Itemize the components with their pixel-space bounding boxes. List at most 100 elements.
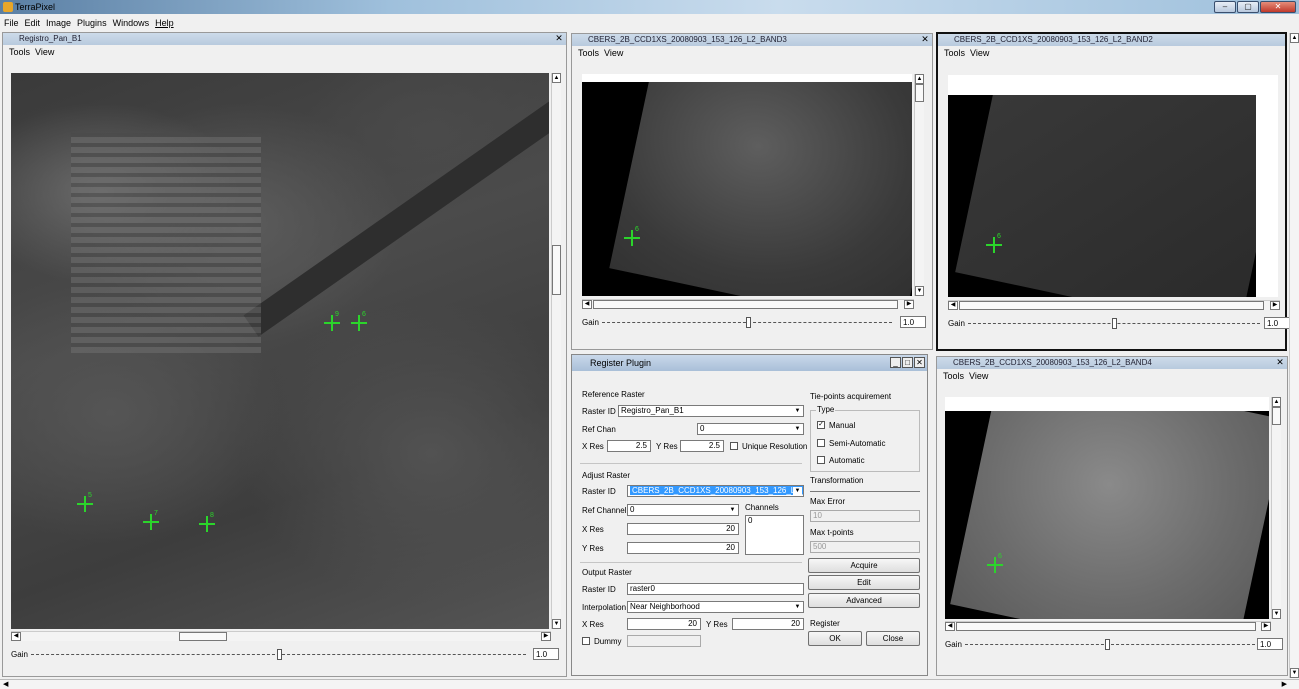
main-vertical-scrollbar[interactable]: ▲ ▼ <box>1289 33 1299 678</box>
pan-image-view[interactable]: 9 6 5 7 8 <box>11 73 549 629</box>
scroll-up-icon[interactable]: ▲ <box>1290 33 1299 43</box>
automatic-checkbox[interactable] <box>817 456 825 464</box>
tiepoint-marker-6[interactable]: 6 <box>351 311 367 331</box>
out-xres-input[interactable]: 20 <box>627 618 701 630</box>
dummy-checkbox[interactable] <box>582 637 590 645</box>
ref-chan-select[interactable]: 0 ▼ <box>697 423 804 435</box>
ref-channel-select[interactable]: 0 ▼ <box>627 504 739 516</box>
band4-image-view[interactable]: 6 <box>945 397 1269 619</box>
band3-image-view[interactable]: 6 <box>582 74 912 296</box>
adj-yres-input[interactable]: 20 <box>627 542 739 554</box>
pan-gain-slider[interactable] <box>277 649 282 660</box>
scroll-left-icon[interactable]: ◀ <box>582 300 592 309</box>
band3-hscroll-thumb[interactable] <box>593 300 898 309</box>
maximize-button[interactable]: ▢ <box>1237 1 1259 13</box>
advanced-button[interactable]: Advanced <box>808 593 920 608</box>
band2-hscroll-thumb[interactable] <box>959 301 1264 310</box>
band3-menu-tools[interactable]: Tools <box>578 48 599 58</box>
band4-vscroll-thumb[interactable] <box>1272 407 1281 425</box>
band3-menu-view[interactable]: View <box>604 48 623 58</box>
register-close-button[interactable]: ✕ <box>914 357 925 368</box>
scroll-down-icon[interactable]: ▼ <box>915 286 924 296</box>
band4-menu-tools[interactable]: Tools <box>943 371 964 381</box>
scroll-down-icon[interactable]: ▼ <box>552 619 561 629</box>
band2-gain-slider[interactable] <box>1112 318 1117 329</box>
scroll-left-icon[interactable]: ◀ <box>11 632 21 641</box>
band4-gain-value[interactable]: 1.0 <box>1257 638 1283 650</box>
band2-menu-view[interactable]: View <box>970 48 989 58</box>
scroll-down-icon[interactable]: ▼ <box>1272 609 1281 619</box>
menu-file[interactable]: File <box>4 18 19 28</box>
band4-menu-view[interactable]: View <box>969 371 988 381</box>
scroll-right-icon[interactable]: ▶ <box>1282 680 1287 688</box>
acquire-button[interactable]: Acquire <box>808 558 920 573</box>
band4-vertical-scrollbar[interactable]: ▲ ▼ <box>1271 397 1281 619</box>
band3-vscroll-thumb[interactable] <box>915 84 924 102</box>
band4-gain-track[interactable] <box>965 644 1255 645</box>
ref-raster-id-select[interactable]: Registro_Pan_B1 ▼ <box>618 405 804 417</box>
pan-horizontal-scrollbar[interactable]: ◀ ▶ <box>11 631 551 641</box>
band3-horizontal-scrollbar[interactable]: ◀ ▶ <box>582 299 914 309</box>
band3-gain-slider[interactable] <box>746 317 751 328</box>
menu-windows[interactable]: Windows <box>113 18 150 28</box>
menu-edit[interactable]: Edit <box>25 18 41 28</box>
register-minimize-button[interactable]: _ <box>890 357 901 368</box>
scroll-left-icon[interactable]: ◀ <box>945 622 955 631</box>
channels-listbox[interactable]: 0 <box>745 515 804 555</box>
tiepoint-marker-5[interactable]: 5 <box>77 492 93 512</box>
pan-menu-tools[interactable]: Tools <box>9 47 30 57</box>
band2-tiepoint-marker[interactable]: 6 <box>986 233 1002 253</box>
adj-raster-id-select[interactable]: CBERS_2B_CCD1XS_20080903_153_126_L2_B ▼ <box>627 485 804 497</box>
max-error-input[interactable]: 10 <box>810 510 920 522</box>
ref-xres-input[interactable]: 2.5 <box>607 440 651 452</box>
out-yres-input[interactable]: 20 <box>732 618 804 630</box>
transformation-select[interactable] <box>810 486 920 492</box>
menu-plugins[interactable]: Plugins <box>77 18 107 28</box>
pan-vscroll-thumb[interactable] <box>552 245 561 295</box>
tiepoint-marker-9[interactable]: 9 <box>324 311 340 331</box>
scroll-right-icon[interactable]: ▶ <box>904 300 914 309</box>
scroll-right-icon[interactable]: ▶ <box>1270 301 1280 310</box>
scroll-down-icon[interactable]: ▼ <box>1290 668 1299 678</box>
pan-vertical-scrollbar[interactable]: ▲ ▼ <box>551 73 561 629</box>
band2-gain-value[interactable]: 1.0 <box>1264 317 1290 329</box>
pan-gain-value[interactable]: 1.0 <box>533 648 559 660</box>
ref-yres-input[interactable]: 2.5 <box>680 440 724 452</box>
close-dialog-button[interactable]: Close <box>866 631 920 646</box>
band4-horizontal-scrollbar[interactable]: ◀ ▶ <box>945 621 1271 631</box>
pan-hscroll-thumb[interactable] <box>179 632 227 641</box>
edit-button[interactable]: Edit <box>808 575 920 590</box>
adj-xres-input[interactable]: 20 <box>627 523 739 535</box>
pan-window-close-icon[interactable]: ✕ <box>554 34 564 44</box>
band4-tiepoint-marker[interactable]: 6 <box>987 553 1003 573</box>
band2-horizontal-scrollbar[interactable]: ◀ ▶ <box>948 300 1280 310</box>
band4-gain-slider[interactable] <box>1105 639 1110 650</box>
scroll-right-icon[interactable]: ▶ <box>1261 622 1271 631</box>
band3-tiepoint-marker[interactable]: 6 <box>624 226 640 246</box>
max-tpoints-input[interactable]: 500 <box>810 541 920 553</box>
semi-automatic-checkbox[interactable] <box>817 439 825 447</box>
menu-image[interactable]: Image <box>46 18 71 28</box>
register-maximize-button[interactable]: □ <box>902 357 913 368</box>
scroll-up-icon[interactable]: ▲ <box>1272 397 1281 407</box>
close-button[interactable]: ✕ <box>1260 1 1296 13</box>
scroll-left-icon[interactable]: ◀ <box>3 680 8 688</box>
manual-checkbox[interactable]: ✓ <box>817 421 825 429</box>
channels-item[interactable]: 0 <box>748 516 752 525</box>
out-raster-id-input[interactable]: raster0 <box>627 583 804 595</box>
tiepoint-marker-8[interactable]: 8 <box>199 512 215 532</box>
scroll-up-icon[interactable]: ▲ <box>915 74 924 84</box>
interpolation-select[interactable]: Near Neighborhood ▼ <box>627 601 804 613</box>
scroll-right-icon[interactable]: ▶ <box>541 632 551 641</box>
band3-window-close-icon[interactable]: ✕ <box>920 35 930 45</box>
pan-menu-view[interactable]: View <box>35 47 54 57</box>
band2-menu-tools[interactable]: Tools <box>944 48 965 58</box>
scroll-left-icon[interactable]: ◀ <box>948 301 958 310</box>
band2-image-view[interactable]: 6 <box>948 75 1278 297</box>
minimize-button[interactable]: – <box>1214 1 1236 13</box>
band4-hscroll-thumb[interactable] <box>956 622 1256 631</box>
ok-button[interactable]: OK <box>808 631 862 646</box>
band4-window-close-icon[interactable]: ✕ <box>1275 358 1285 368</box>
main-horizontal-scrollbar[interactable]: ◀ ▶ <box>0 679 1299 689</box>
tiepoint-marker-7[interactable]: 7 <box>143 510 159 530</box>
